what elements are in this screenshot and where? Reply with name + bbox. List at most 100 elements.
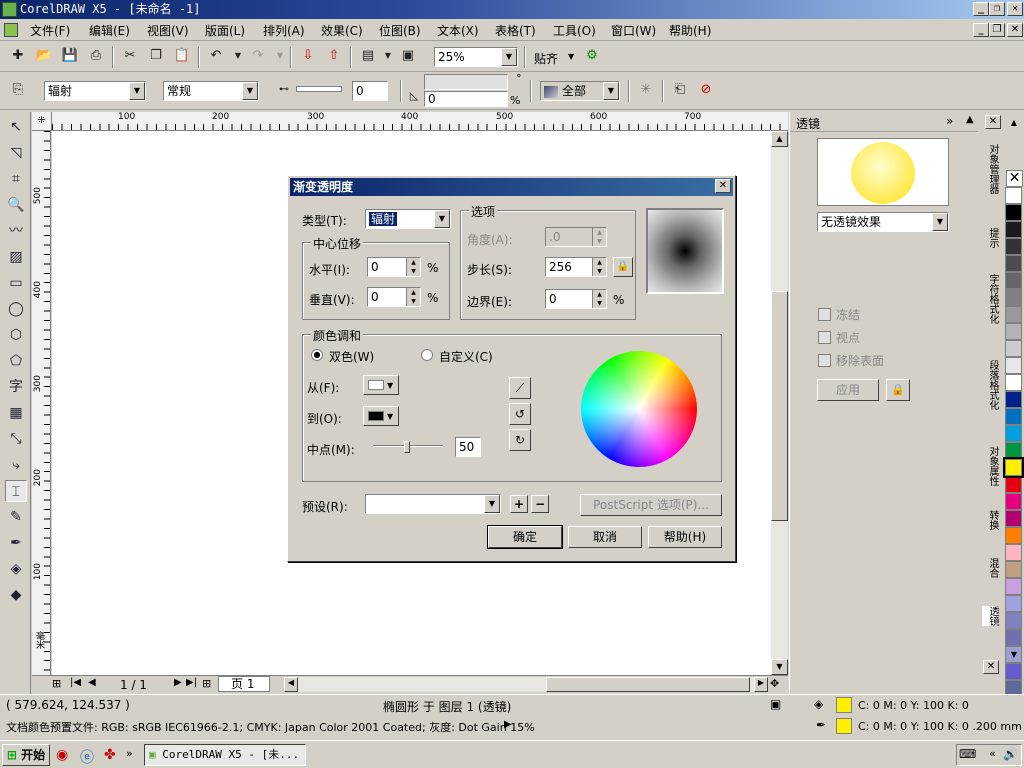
tab-lens[interactable]: 透镜 (982, 606, 998, 626)
snap-menu[interactable]: 贴齐 (534, 50, 558, 67)
undo-list-icon[interactable]: ▼ (228, 46, 248, 66)
status-options-icon[interactable]: ▣ (770, 697, 781, 711)
vertical-scrollbar[interactable]: ▲ ▼ (771, 131, 788, 679)
vertical-ruler[interactable]: 500 400 300 200 100 毫米 (32, 131, 51, 679)
tab-hints[interactable]: 提示 (982, 228, 998, 248)
menu-tools[interactable]: 工具(O) (553, 22, 596, 39)
color-wheel[interactable] (581, 351, 697, 467)
horizontal-input[interactable]: 0 ▲ ▼ (367, 257, 421, 277)
color-swatch[interactable] (1005, 340, 1022, 357)
app-quicklaunch-icon[interactable]: ✤ (104, 747, 116, 763)
vertical-input[interactable]: 0 ▲ ▼ (367, 287, 421, 307)
color-swatch[interactable] (1005, 255, 1022, 272)
chevron-down-icon[interactable]: ▼ (501, 48, 517, 66)
double-chevron-icon[interactable]: » (946, 114, 953, 128)
color-swatch[interactable] (1005, 561, 1022, 578)
quicklaunch-more-icon[interactable]: » (126, 747, 133, 760)
rectangle-tool-icon[interactable]: ▭ (5, 272, 27, 294)
polygon-tool-icon[interactable]: ⬡ (5, 324, 27, 346)
transparency-tool-icon[interactable]: ⌶ (5, 480, 27, 502)
color-swatch[interactable] (1003, 457, 1024, 478)
tab-character-format[interactable]: 字符格式化 (982, 274, 998, 324)
minimize-button[interactable]: _ (973, 2, 989, 16)
scroll-down-icon[interactable]: ▼ (771, 659, 788, 675)
color-swatch[interactable] (1005, 391, 1022, 408)
color-swatch[interactable] (1005, 527, 1022, 544)
export-icon[interactable]: ⇧ (324, 46, 344, 66)
tab-object-manager[interactable]: 对象管理器 (982, 144, 998, 194)
freeze-icon[interactable]: ✳ (636, 80, 656, 100)
lens-type-combo[interactable]: 无透镜效果 ▼ (817, 212, 949, 232)
insert-page-icon[interactable]: ⊞ (52, 677, 61, 690)
no-color-swatch[interactable]: ✕ (1006, 170, 1023, 187)
menu-edit[interactable]: 编辑(E) (89, 22, 130, 39)
viewpoint-checkbox[interactable] (818, 331, 831, 344)
opacity-input[interactable]: 0 (352, 81, 388, 101)
apply-button[interactable]: 应用 (817, 379, 879, 401)
midpoint-slider[interactable] (373, 441, 443, 455)
ruler-corner[interactable]: ⁜ (32, 112, 52, 131)
open-icon[interactable]: 📂 (34, 46, 54, 66)
spin-icon[interactable]: ▲ ▼ (592, 290, 606, 308)
transparency-type-combo[interactable]: 辐射 ▼ (44, 81, 146, 101)
color-swatch[interactable] (1005, 408, 1022, 425)
app-launcher-icon[interactable]: ▤ (358, 46, 378, 66)
save-icon[interactable]: 💾 (60, 46, 80, 66)
docker-tabs-close-button[interactable]: ✕ (983, 660, 999, 674)
color-swatch[interactable] (1005, 357, 1022, 374)
tray-expand-icon[interactable]: « (989, 747, 996, 760)
page-tab[interactable]: 页 1 (218, 676, 270, 692)
chevron-down-icon[interactable]: ▼ (603, 82, 619, 100)
lock-icon[interactable]: 🔒 (886, 379, 910, 401)
menu-file[interactable]: 文件(F) (30, 22, 70, 39)
undo-icon[interactable]: ↶ (206, 46, 226, 66)
connector-tool-icon[interactable]: ⤷ (5, 454, 27, 476)
chevron-down-icon[interactable]: ▼ (568, 52, 574, 61)
menu-effects[interactable]: 效果(C) (321, 22, 363, 39)
menu-arrange[interactable]: 排列(A) (263, 22, 305, 39)
keyboard-icon[interactable]: ⌨ (959, 747, 976, 761)
postscript-options-button[interactable]: PostScript 选项(P)... (580, 494, 722, 516)
to-color-picker[interactable]: ▼ (363, 406, 399, 426)
menu-view[interactable]: 视图(V) (147, 22, 189, 39)
add-preset-button[interactable]: + (510, 495, 528, 513)
tab-paragraph-format[interactable]: 段落格式化 (982, 360, 998, 410)
color-swatch[interactable] (1005, 374, 1022, 391)
close-button[interactable]: ✕ (1007, 2, 1023, 16)
color-swatch[interactable] (1005, 612, 1022, 629)
tab-transform[interactable]: 转换 (982, 510, 998, 530)
scroll-right-icon[interactable]: ▶ (754, 677, 768, 692)
menu-text[interactable]: 文本(X) (437, 22, 479, 39)
scroll-up-icon[interactable]: ▲ (771, 131, 788, 147)
collapse-icon[interactable]: ▲ (966, 114, 974, 125)
color-profile[interactable]: 文档颜色预置文件: RGB: sRGB IEC61966-2.1; CMYK: … (6, 719, 535, 735)
remove-preset-button[interactable]: − (531, 495, 549, 513)
smart-fill-icon[interactable]: ▨ (5, 246, 27, 268)
zoom-tool-icon[interactable]: 🔍 (5, 194, 27, 216)
color-swatch[interactable] (1005, 238, 1022, 255)
color-swatch[interactable] (1005, 187, 1022, 204)
navigator-icon[interactable]: ✥ (770, 677, 779, 690)
dialog-close-button[interactable]: ✕ (715, 179, 731, 193)
color-swatch[interactable] (1005, 204, 1022, 221)
menu-layout[interactable]: 版面(L) (205, 22, 245, 39)
chevron-down-icon[interactable]: ▼ (484, 495, 500, 513)
type-combo[interactable]: 辐射 ▼ (365, 209, 451, 229)
chevron-down-icon[interactable]: ▼ (434, 210, 450, 228)
palette-scroll-up-icon[interactable]: ▲ (1006, 118, 1022, 132)
cut-icon[interactable]: ✂ (120, 46, 140, 66)
custom-radio[interactable] (421, 349, 433, 361)
color-swatch[interactable] (1005, 663, 1022, 680)
menu-window[interactable]: 窗口(W) (611, 22, 656, 39)
color-swatch[interactable] (1005, 595, 1022, 612)
new-icon[interactable]: ✚ (8, 46, 28, 66)
palette-scroll-down-icon[interactable]: ▼ (1006, 650, 1022, 664)
pick-tool-icon[interactable]: ↖ (5, 116, 27, 138)
h-scroll-thumb[interactable] (546, 677, 750, 692)
cw-blend-icon[interactable]: ↻ (509, 429, 531, 451)
horizontal-scrollbar[interactable]: ◀ ▶ (284, 677, 768, 692)
tab-blend[interactable]: 混合 (982, 558, 998, 578)
tab-object-properties[interactable]: 对象属性 (982, 446, 998, 486)
direct-blend-icon[interactable]: ⟋ (509, 377, 531, 399)
chevron-down-icon[interactable]: ▼ (242, 82, 258, 100)
